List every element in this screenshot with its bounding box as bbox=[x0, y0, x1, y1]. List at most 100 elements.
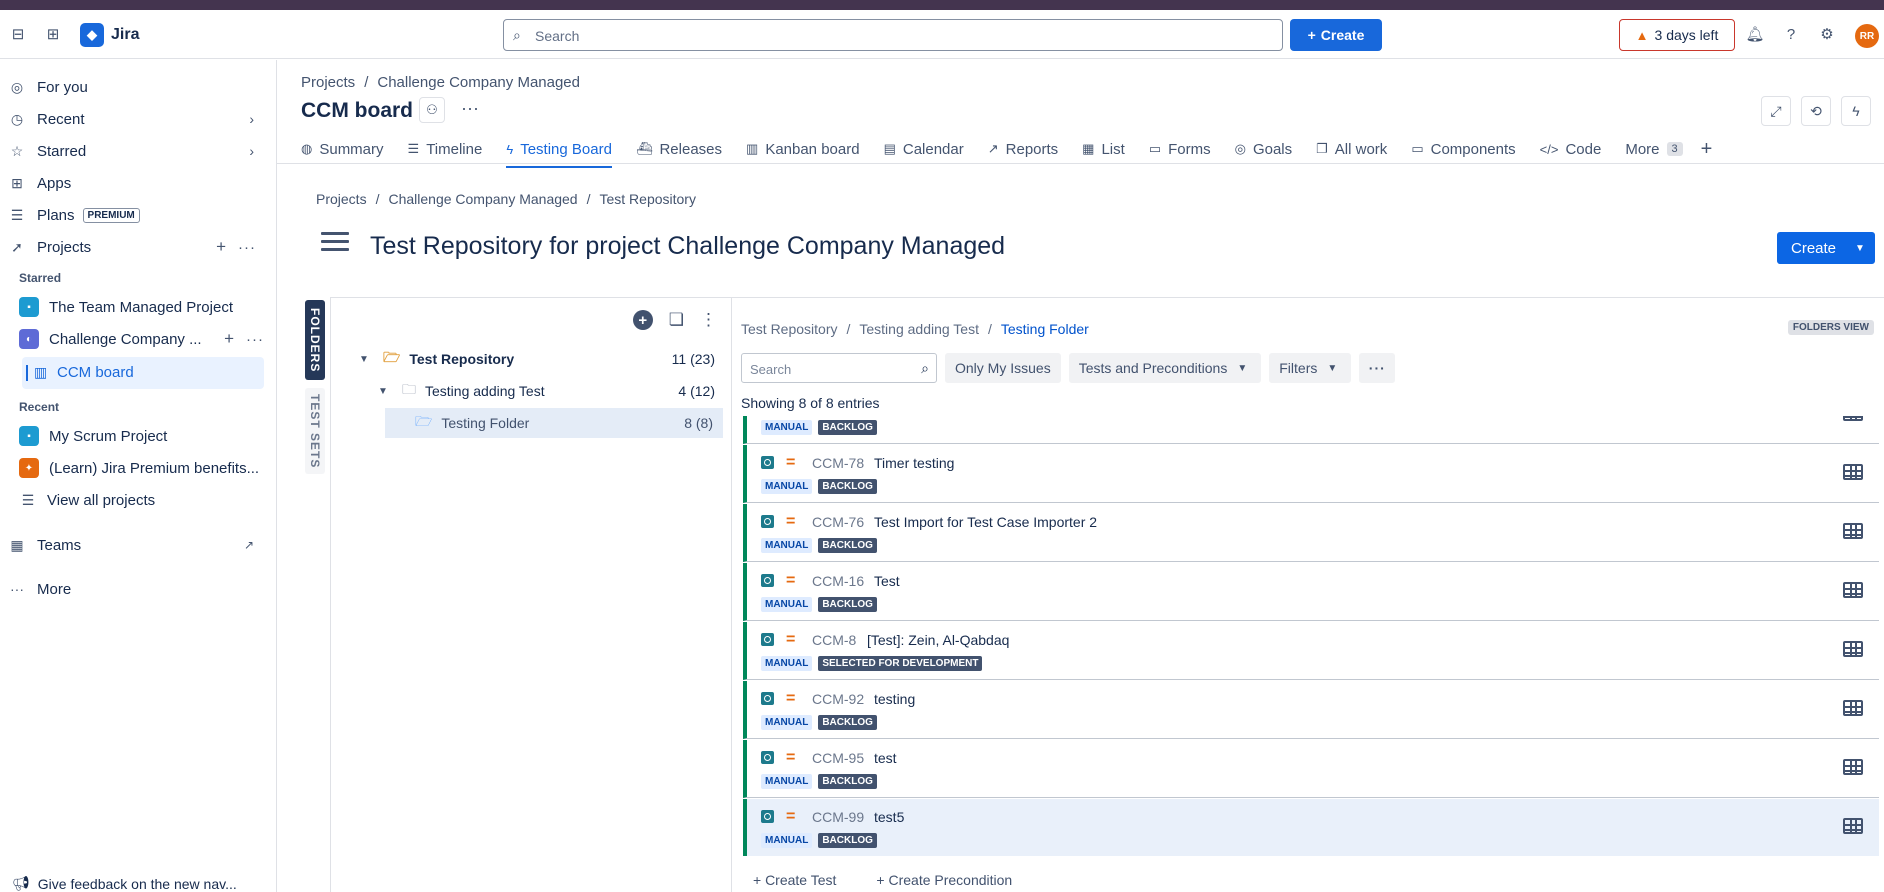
tree-node-folder[interactable]: ▼ 🗀︎ Testing adding Test 4 (12) bbox=[378, 376, 725, 406]
path-item-current[interactable]: Testing Folder bbox=[1001, 321, 1089, 337]
sidebar-item-projects[interactable]: ➚ Projects + ··· bbox=[8, 232, 264, 262]
user-avatar[interactable]: RR bbox=[1855, 24, 1879, 48]
issue-key[interactable]: CCM-99 bbox=[812, 809, 864, 825]
automation-bolt-icon[interactable]: ϟ bbox=[1841, 96, 1871, 126]
tab-code[interactable]: </> Code bbox=[1540, 134, 1602, 164]
tab-more[interactable]: More 3 bbox=[1625, 134, 1683, 164]
sidebar-item-view-all[interactable]: ☰ View all projects bbox=[19, 485, 275, 515]
issue-key[interactable]: CCM-95 bbox=[812, 750, 864, 766]
sidebar-item-teams[interactable]: ▦ Teams ↗ bbox=[8, 530, 264, 560]
sidebar-project-item[interactable]: ◐ Challenge Company ... + ··· bbox=[19, 324, 264, 354]
test-details-grid-icon[interactable] bbox=[1843, 759, 1863, 775]
issue-summary[interactable]: Timer testing bbox=[874, 455, 954, 471]
sidebar-item-starred[interactable]: ☆ Starred › bbox=[8, 136, 264, 166]
tree-node-selected[interactable]: 🗁︎ Testing Folder 8 (8) bbox=[385, 408, 723, 438]
app-name[interactable]: Jira bbox=[111, 26, 139, 44]
table-row[interactable]: = CCM-78 Timer testing MANUAL BACKLOG bbox=[743, 445, 1879, 503]
add-project-icon[interactable]: + bbox=[216, 237, 226, 257]
sidebar-project-item[interactable]: ▪ My Scrum Project bbox=[19, 421, 275, 451]
tab-kanban-board[interactable]: ▥ Kanban board bbox=[746, 134, 860, 164]
table-row[interactable]: = CCM-76 Test Import for Test Case Impor… bbox=[743, 504, 1879, 562]
issue-summary[interactable]: Test bbox=[874, 573, 900, 589]
tab-testing-board[interactable]: ϟ Testing Board bbox=[506, 134, 612, 168]
create-test-link[interactable]: + Create Test bbox=[753, 872, 836, 888]
sidebar-item-more[interactable]: ··· More bbox=[8, 574, 264, 604]
table-row[interactable]: = CCM-95 test MANUAL BACKLOG bbox=[743, 740, 1879, 798]
table-row[interactable]: = CCM-92 testing MANUAL BACKLOG bbox=[743, 681, 1879, 739]
sidebar-item-plans[interactable]: ☰ Plans PREMIUM bbox=[8, 200, 264, 230]
sidebar-item-apps[interactable]: ⊞ Apps bbox=[8, 168, 264, 198]
sidebar-project-item[interactable]: ▪ The Team Managed Project bbox=[19, 292, 275, 322]
table-row[interactable]: MANUAL BACKLOG bbox=[743, 416, 1879, 444]
feedback-link[interactable]: 📢︎ Give feedback on the new nav... bbox=[12, 875, 237, 892]
trial-button[interactable]: ▲ 3 days left bbox=[1619, 19, 1735, 51]
issue-summary[interactable]: test bbox=[874, 750, 897, 766]
table-row[interactable]: = CCM-8 [Test]: Zein, Al-Qabdaq MANUAL S… bbox=[743, 622, 1879, 680]
test-details-grid-icon[interactable] bbox=[1843, 641, 1863, 657]
tab-goals[interactable]: ◎ Goals bbox=[1235, 134, 1293, 164]
copy-icon[interactable]: ❏ bbox=[669, 310, 684, 330]
sidebar-toggle-icon[interactable]: ⊟ bbox=[8, 24, 28, 44]
test-details-grid-icon[interactable] bbox=[1843, 464, 1863, 480]
breadcrumb-item[interactable]: Challenge Company Managed bbox=[377, 74, 580, 91]
tree-node-root[interactable]: ▼ 🗁︎ Test Repository 11 (23) bbox=[359, 344, 725, 374]
external-link-icon[interactable]: ↗ bbox=[244, 538, 254, 552]
hamburger-menu-icon[interactable] bbox=[321, 232, 349, 254]
issue-key[interactable]: CCM-8 bbox=[812, 632, 856, 648]
notifications-icon[interactable]: 🔔︎ bbox=[1745, 24, 1765, 44]
sidebar-project-item[interactable]: ✦ (Learn) Jira Premium benefits... bbox=[19, 453, 275, 483]
path-item[interactable]: Testing adding Test bbox=[859, 321, 979, 337]
issue-summary[interactable]: [Test]: Zein, Al-Qabdaq bbox=[867, 632, 1009, 648]
test-details-grid-icon[interactable] bbox=[1843, 523, 1863, 539]
test-search-input[interactable]: Search ⌕ bbox=[741, 353, 937, 383]
add-tab-icon[interactable]: + bbox=[1701, 134, 1713, 164]
search-input[interactable]: ⌕ Search bbox=[503, 19, 1283, 51]
settings-gear-icon[interactable]: ⚙ bbox=[1817, 24, 1837, 44]
issue-key[interactable]: CCM-76 bbox=[812, 514, 864, 530]
more-actions-icon[interactable]: ··· bbox=[238, 239, 256, 256]
sidebar-item-for-you[interactable]: ◎ For you bbox=[8, 72, 264, 102]
sidebar-item-recent[interactable]: ◷ Recent › bbox=[8, 104, 264, 134]
create-button[interactable]: + Create bbox=[1290, 19, 1382, 51]
breadcrumb-item[interactable]: Test Repository bbox=[599, 191, 695, 207]
fullscreen-icon[interactable]: ⤢ bbox=[1761, 96, 1791, 126]
tab-test-sets[interactable]: TEST SETS bbox=[305, 388, 325, 474]
issue-key[interactable]: CCM-16 bbox=[812, 573, 864, 589]
tab-calendar[interactable]: ▤ Calendar bbox=[884, 134, 964, 164]
more-actions-icon[interactable]: ··· bbox=[246, 331, 264, 348]
chevron-down-icon[interactable]: ▼ bbox=[378, 386, 394, 397]
jira-logo[interactable]: ◆ bbox=[80, 23, 104, 47]
types-filter-dropdown[interactable]: Tests and Preconditions ▼ bbox=[1068, 353, 1262, 383]
filters-dropdown[interactable]: Filters ▼ bbox=[1269, 353, 1352, 383]
xray-create-button[interactable]: Create ▼ bbox=[1777, 232, 1875, 264]
breadcrumb-item[interactable]: Challenge Company Managed bbox=[388, 191, 577, 207]
tab-list[interactable]: ▦ List bbox=[1082, 134, 1125, 164]
tab-reports[interactable]: ↗ Reports bbox=[988, 134, 1058, 164]
issue-key[interactable]: CCM-92 bbox=[812, 691, 864, 707]
issue-summary[interactable]: Test Import for Test Case Importer 2 bbox=[874, 514, 1097, 530]
only-my-issues-button[interactable]: Only My Issues bbox=[945, 353, 1061, 383]
test-details-grid-icon[interactable] bbox=[1843, 416, 1863, 421]
table-row[interactable]: = CCM-16 Test MANUAL BACKLOG bbox=[743, 563, 1879, 621]
test-details-grid-icon[interactable] bbox=[1843, 818, 1863, 834]
issue-key[interactable]: CCM-78 bbox=[812, 455, 864, 471]
chevron-right-icon[interactable]: › bbox=[249, 143, 254, 159]
test-details-grid-icon[interactable] bbox=[1843, 700, 1863, 716]
tab-summary[interactable]: ◍ Summary bbox=[301, 134, 384, 164]
tab-components[interactable]: ▭ Components bbox=[1411, 134, 1515, 164]
test-details-grid-icon[interactable] bbox=[1843, 582, 1863, 598]
sidebar-item-ccm-board[interactable]: ▥ CCM board bbox=[22, 357, 264, 389]
team-icon[interactable]: ⚇ bbox=[419, 97, 445, 123]
more-options-icon[interactable]: ··· bbox=[1359, 353, 1396, 383]
breadcrumb-item[interactable]: Projects bbox=[316, 191, 367, 207]
help-icon[interactable]: ? bbox=[1781, 24, 1801, 44]
path-item[interactable]: Test Repository bbox=[741, 321, 837, 337]
tab-forms[interactable]: ▭ Forms bbox=[1149, 134, 1211, 164]
tab-folders[interactable]: FOLDERS bbox=[305, 300, 325, 380]
table-row-selected[interactable]: = CCM-99 test5 MANUAL BACKLOG bbox=[743, 799, 1879, 856]
share-icon[interactable]: ⟲ bbox=[1801, 96, 1831, 126]
breadcrumb-item[interactable]: Projects bbox=[301, 74, 355, 91]
chevron-down-icon[interactable]: ▼ bbox=[1845, 232, 1875, 264]
add-icon[interactable]: + bbox=[224, 329, 234, 349]
issue-summary[interactable]: testing bbox=[874, 691, 915, 707]
